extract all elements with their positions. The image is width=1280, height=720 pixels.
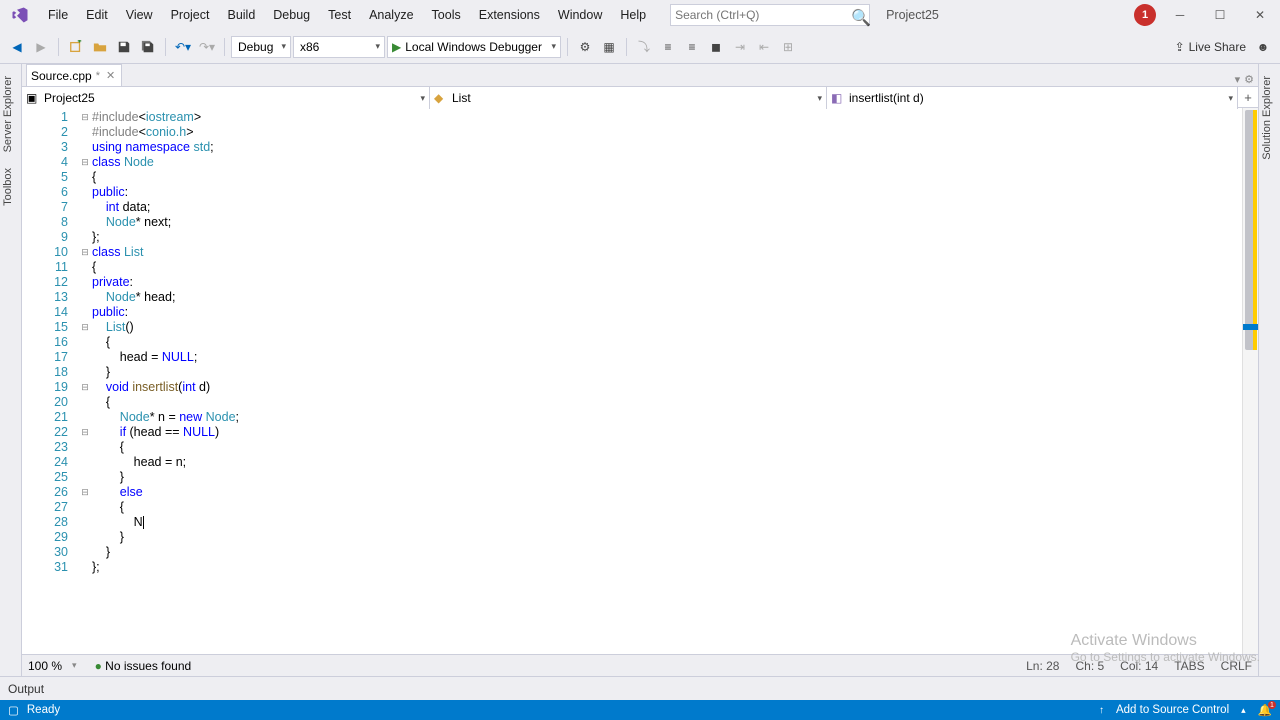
line-ending-mode[interactable]: CRLF [1221, 659, 1252, 673]
indent-mode[interactable]: TABS [1174, 659, 1204, 673]
tb-icon-3[interactable]: ⇥ [729, 36, 751, 58]
nav-project-combo[interactable]: ▣ Project25 [22, 87, 430, 109]
undo-button[interactable]: ↶▾ [172, 36, 194, 58]
comment-button[interactable]: ≡ [657, 36, 679, 58]
menu-view[interactable]: View [118, 4, 161, 26]
standard-toolbar: ◀ ▶ ↶▾ ↷▾ Debug x86 ▶ Local Windows Debu… [0, 30, 1280, 64]
status-bar: ▢ Ready ↑ Add to Source Control ▴ 🔔1 [0, 700, 1280, 720]
search-input[interactable] [675, 8, 851, 22]
tb-icon-1[interactable]: ⚙ [574, 36, 596, 58]
menu-test[interactable]: Test [320, 4, 359, 26]
status-square-icon: ▢ [8, 703, 19, 717]
zoom-chevron-icon[interactable]: ▾ [72, 660, 77, 671]
tab-settings-button[interactable]: ⚙ [1244, 73, 1254, 86]
close-window-button[interactable]: ✕ [1244, 3, 1276, 27]
tb-icon-2[interactable]: ▦ [598, 36, 620, 58]
tb-icon-5[interactable]: ⊞ [777, 36, 799, 58]
main-menu: File Edit View Project Build Debug Test … [40, 4, 654, 26]
file-tab-label: Source.cpp [31, 69, 92, 83]
right-tool-rail: Solution Explorer [1258, 64, 1280, 676]
issues-label: No issues found [105, 659, 191, 673]
editor-area: Source.cpp * ✕ ▾ ⚙ ▣ Project25 ◆ List ◧ … [22, 64, 1258, 676]
quick-search[interactable]: 🔍 [670, 4, 870, 26]
notifications-bell-button[interactable]: 🔔1 [1258, 703, 1272, 717]
menu-file[interactable]: File [40, 4, 76, 26]
tab-overflow-button[interactable]: ▾ [1235, 73, 1241, 86]
caret-position-indicator [1243, 324, 1258, 330]
debug-target-label: Local Windows Debugger [405, 40, 542, 54]
add-source-control-button[interactable]: Add to Source Control [1116, 704, 1229, 716]
nav-scope-combo[interactable]: ◆ List [430, 87, 827, 109]
change-marker [1253, 110, 1257, 350]
menu-debug[interactable]: Debug [265, 4, 318, 26]
solution-platform-combo[interactable]: x86 [293, 36, 385, 58]
menu-project[interactable]: Project [163, 4, 218, 26]
title-bar: File Edit View Project Build Debug Test … [0, 0, 1280, 30]
menu-extensions[interactable]: Extensions [471, 4, 548, 26]
menu-build[interactable]: Build [219, 4, 263, 26]
menu-help[interactable]: Help [612, 4, 654, 26]
server-explorer-tab[interactable]: Server Explorer [0, 68, 21, 160]
maximize-button[interactable]: ☐ [1204, 3, 1236, 27]
output-panel-header[interactable]: Output [0, 676, 1280, 700]
nav-add-button[interactable]: + [1238, 87, 1258, 107]
menu-analyze[interactable]: Analyze [361, 4, 421, 26]
minimize-button[interactable]: ─ [1164, 3, 1196, 27]
tb-icon-4[interactable]: ⇤ [753, 36, 775, 58]
navigation-bar: ▣ Project25 ◆ List ◧ insertlist(int d) + [22, 86, 1258, 108]
uncomment-button[interactable]: ≡ [681, 36, 703, 58]
solution-name: Project25 [886, 8, 939, 22]
nav-member-combo[interactable]: ◧ insertlist(int d) [827, 87, 1238, 109]
zoom-combo[interactable]: 100 % [28, 659, 62, 673]
new-project-button[interactable] [65, 36, 87, 58]
modified-indicator: * [96, 70, 100, 82]
bookmark-button[interactable]: ◼ [705, 36, 727, 58]
publish-icon: ↑ [1099, 705, 1104, 716]
project-icon: ▣ [26, 91, 40, 105]
menu-window[interactable]: Window [550, 4, 610, 26]
code-text-area[interactable]: #include<iostream>#include<conio.h>using… [92, 108, 1242, 654]
vertical-scrollbar[interactable] [1242, 108, 1258, 654]
toolbox-tab[interactable]: Toolbox [0, 160, 21, 214]
feedback-button[interactable]: ☻ [1252, 36, 1274, 58]
code-editor[interactable]: 1234567891011121314151617181920212223242… [22, 108, 1258, 654]
solution-config-combo[interactable]: Debug [231, 36, 291, 58]
line-number-gutter: 1234567891011121314151617181920212223242… [22, 108, 78, 654]
left-tool-rail: Server Explorer Toolbox [0, 64, 22, 676]
save-all-button[interactable] [137, 36, 159, 58]
method-icon: ◧ [831, 91, 845, 105]
bell-badge: 1 [1268, 701, 1276, 709]
document-tabs: Source.cpp * ✕ ▾ ⚙ [22, 64, 1258, 86]
redo-button[interactable]: ↷▾ [196, 36, 218, 58]
source-control-chevron-icon[interactable]: ▴ [1241, 705, 1246, 716]
step-over-button[interactable]: ⤵ [633, 36, 655, 58]
editor-status-bar: 100 % ▾ ● No issues found Ln: 28 Ch: 5 C… [22, 654, 1258, 676]
char-indicator: Ch: 5 [1075, 659, 1104, 673]
outlining-margin[interactable]: ⊟⊟⊟⊟⊟⊟⊟ [78, 108, 92, 654]
vs-logo-icon [8, 3, 32, 27]
class-icon: ◆ [434, 91, 448, 105]
play-icon: ▶ [392, 40, 401, 54]
line-indicator: Ln: 28 [1026, 659, 1059, 673]
save-button[interactable] [113, 36, 135, 58]
nav-forward-button[interactable]: ▶ [30, 36, 52, 58]
col-indicator: Col: 14 [1120, 659, 1158, 673]
nav-back-button[interactable]: ◀ [6, 36, 28, 58]
menu-edit[interactable]: Edit [78, 4, 116, 26]
status-ready: Ready [27, 704, 60, 716]
issues-ok-icon: ● [95, 659, 102, 673]
live-share-button[interactable]: ⇪ Live Share [1175, 40, 1246, 54]
notifications-badge[interactable]: 1 [1134, 4, 1156, 26]
search-icon: 🔍 [851, 8, 865, 22]
close-tab-button[interactable]: ✕ [104, 69, 117, 82]
open-file-button[interactable] [89, 36, 111, 58]
file-tab-source-cpp[interactable]: Source.cpp * ✕ [26, 64, 122, 86]
start-debugging-button[interactable]: ▶ Local Windows Debugger [387, 36, 561, 58]
menu-tools[interactable]: Tools [424, 4, 469, 26]
output-title: Output [8, 682, 44, 696]
solution-explorer-tab[interactable]: Solution Explorer [1259, 68, 1280, 168]
live-share-icon: ⇪ [1175, 40, 1185, 54]
